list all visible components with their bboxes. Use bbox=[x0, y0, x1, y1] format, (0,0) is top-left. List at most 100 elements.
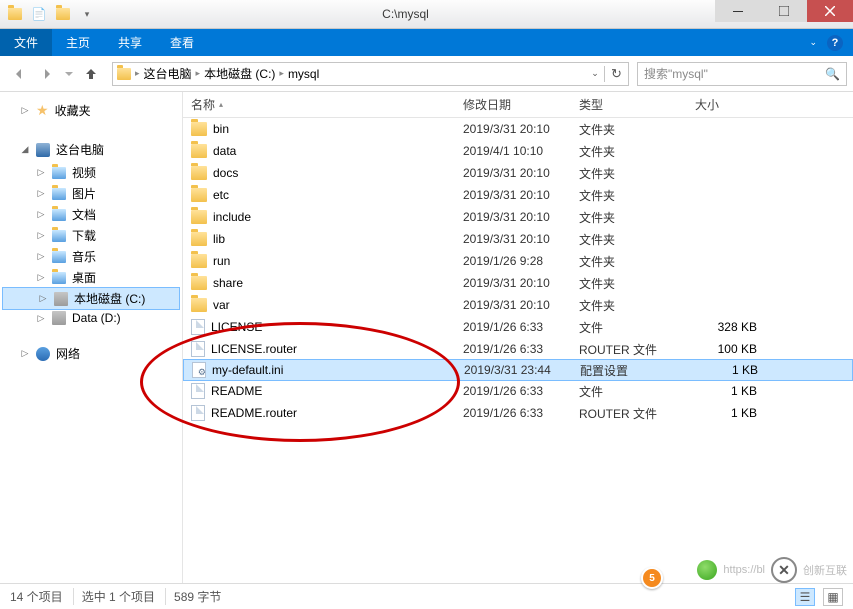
minimize-button[interactable] bbox=[715, 0, 761, 22]
nav-forward-button[interactable] bbox=[34, 61, 60, 87]
file-row[interactable]: data2019/4/1 10:10文件夹 bbox=[183, 140, 853, 162]
file-type: 文件夹 bbox=[571, 165, 687, 182]
file-size: 1 KB bbox=[688, 363, 764, 377]
folder-icon bbox=[191, 188, 207, 202]
ribbon-file-tab[interactable]: 文件 bbox=[0, 29, 52, 56]
view-icons-button[interactable]: ▦ bbox=[823, 588, 843, 606]
file-date: 2019/3/31 20:10 bbox=[455, 210, 571, 224]
file-row[interactable]: lib 2019/3/31 20:10文件夹 bbox=[183, 228, 853, 250]
config-file-icon bbox=[192, 362, 206, 378]
file-type: 文件夹 bbox=[571, 253, 687, 270]
file-row[interactable]: LICENSE2019/1/26 6:33文件328 KB bbox=[183, 316, 853, 338]
search-placeholder: 搜索"mysql" bbox=[644, 65, 708, 82]
file-row[interactable]: README2019/1/26 6:33文件1 KB bbox=[183, 380, 853, 402]
folder-icon bbox=[191, 122, 207, 136]
ribbon-tab-share[interactable]: 共享 bbox=[104, 34, 156, 51]
sidebar-item-drive-d[interactable]: ▷Data (D:) bbox=[0, 309, 182, 327]
file-row[interactable]: include2019/3/31 20:10文件夹 bbox=[183, 206, 853, 228]
file-date: 2019/3/31 20:10 bbox=[455, 122, 571, 136]
file-name: include bbox=[213, 210, 251, 224]
qat-properties-icon[interactable]: 📄 bbox=[30, 5, 48, 23]
nav-recent-dropdown[interactable] bbox=[62, 61, 76, 87]
breadcrumb-folder[interactable]: mysql bbox=[284, 67, 323, 81]
folder-icon bbox=[191, 298, 207, 312]
file-row[interactable]: LICENSE.router2019/1/26 6:33ROUTER 文件100… bbox=[183, 338, 853, 360]
addressbar-dropdown-icon[interactable]: ⌄ bbox=[586, 68, 604, 79]
file-date: 2019/3/31 20:10 bbox=[455, 232, 571, 246]
search-input[interactable]: 搜索"mysql" 🔍 bbox=[637, 62, 847, 86]
file-name: data bbox=[213, 144, 236, 158]
file-date: 2019/1/26 6:33 bbox=[455, 342, 571, 356]
file-type: 文件夹 bbox=[571, 121, 687, 138]
file-date: 2019/1/26 6:33 bbox=[455, 384, 571, 398]
file-date: 2019/3/31 23:44 bbox=[456, 363, 572, 377]
file-type: 文件 bbox=[571, 383, 687, 400]
maximize-button[interactable] bbox=[761, 0, 807, 22]
file-row[interactable]: share2019/3/31 20:10文件夹 bbox=[183, 272, 853, 294]
file-name: lib bbox=[213, 232, 225, 246]
file-row[interactable]: bin 2019/3/31 20:10文件夹 bbox=[183, 118, 853, 140]
network-icon bbox=[36, 347, 50, 361]
file-icon bbox=[191, 383, 205, 399]
refresh-button[interactable]: ↻ bbox=[604, 66, 628, 82]
file-name: README bbox=[211, 384, 262, 398]
column-header-size[interactable]: 大小 bbox=[687, 96, 763, 113]
search-icon: 🔍 bbox=[825, 67, 840, 81]
window-title: C:\mysql bbox=[96, 7, 715, 21]
file-size: 1 KB bbox=[687, 406, 763, 420]
nav-up-button[interactable] bbox=[78, 61, 104, 87]
file-row[interactable]: var2019/3/31 20:10文件夹 bbox=[183, 294, 853, 316]
qat-newfolder-icon[interactable] bbox=[54, 5, 72, 23]
ribbon-expand-icon[interactable]: ⌄ bbox=[809, 37, 817, 48]
help-icon[interactable]: ? bbox=[827, 35, 843, 51]
sidebar-favorites[interactable]: ▷★收藏夹 bbox=[0, 98, 182, 123]
sidebar-item-documents[interactable]: ▷文档 bbox=[0, 204, 182, 225]
column-header-date[interactable]: 修改日期 bbox=[455, 96, 571, 113]
column-header-type[interactable]: 类型 bbox=[571, 96, 687, 113]
breadcrumb-drive[interactable]: 本地磁盘 (C:) bbox=[200, 65, 279, 82]
file-name: bin bbox=[213, 122, 229, 136]
sidebar-item-videos[interactable]: ▷视频 bbox=[0, 162, 182, 183]
file-type: 配置设置 bbox=[572, 362, 688, 379]
file-name: README.router bbox=[211, 406, 297, 420]
file-icon bbox=[191, 341, 205, 357]
ribbon-tab-view[interactable]: 查看 bbox=[156, 34, 208, 51]
file-name: share bbox=[213, 276, 243, 290]
file-type: 文件夹 bbox=[571, 297, 687, 314]
sidebar-network[interactable]: ▷网络 bbox=[0, 341, 182, 366]
drive-icon bbox=[54, 292, 68, 306]
file-icon bbox=[191, 405, 205, 421]
close-button[interactable] bbox=[807, 0, 853, 22]
file-type: 文件夹 bbox=[571, 275, 687, 292]
column-header-name[interactable]: 名称▴ bbox=[183, 96, 455, 113]
folder-icon bbox=[191, 144, 207, 158]
file-date: 2019/1/26 6:33 bbox=[455, 320, 571, 334]
view-details-button[interactable]: ☰ bbox=[795, 588, 815, 606]
file-row[interactable]: docs2019/3/31 20:10文件夹 bbox=[183, 162, 853, 184]
ribbon-tab-home[interactable]: 主页 bbox=[52, 34, 104, 51]
file-row[interactable]: etc2019/3/31 20:10文件夹 bbox=[183, 184, 853, 206]
folder-icon bbox=[191, 166, 207, 180]
sidebar-item-desktop[interactable]: ▷桌面 bbox=[0, 267, 182, 288]
breadcrumb-pc[interactable]: 这台电脑 bbox=[140, 65, 196, 82]
sidebar-item-pictures[interactable]: ▷图片 bbox=[0, 183, 182, 204]
file-type: 文件 bbox=[571, 319, 687, 336]
folder-icon bbox=[191, 254, 207, 268]
file-row[interactable]: my-default.ini2019/3/31 23:44配置设置1 KB bbox=[183, 359, 853, 381]
nav-back-button[interactable] bbox=[6, 61, 32, 87]
file-row[interactable]: run2019/1/26 9:28文件夹 bbox=[183, 250, 853, 272]
sidebar-thispc[interactable]: ◢这台电脑 bbox=[0, 137, 182, 162]
qat-dropdown-icon[interactable]: ▾ bbox=[78, 5, 96, 23]
sidebar-item-music[interactable]: ▷音乐 bbox=[0, 246, 182, 267]
file-type: ROUTER 文件 bbox=[571, 405, 687, 422]
pc-icon bbox=[36, 143, 50, 157]
file-row[interactable]: README.router 2019/1/26 6:33ROUTER 文件1 KB bbox=[183, 402, 853, 424]
file-size: 100 KB bbox=[687, 342, 763, 356]
file-type: 文件夹 bbox=[571, 231, 687, 248]
sidebar-item-downloads[interactable]: ▷下载 bbox=[0, 225, 182, 246]
file-date: 2019/1/26 6:33 bbox=[455, 406, 571, 420]
sidebar-item-drive-c[interactable]: ▷本地磁盘 (C:) bbox=[2, 287, 180, 310]
address-bar[interactable]: ▸ 这台电脑▸ 本地磁盘 (C:)▸ mysql ⌄↻ bbox=[112, 62, 629, 86]
file-date: 2019/3/31 20:10 bbox=[455, 298, 571, 312]
file-name: LICENSE bbox=[211, 320, 262, 334]
